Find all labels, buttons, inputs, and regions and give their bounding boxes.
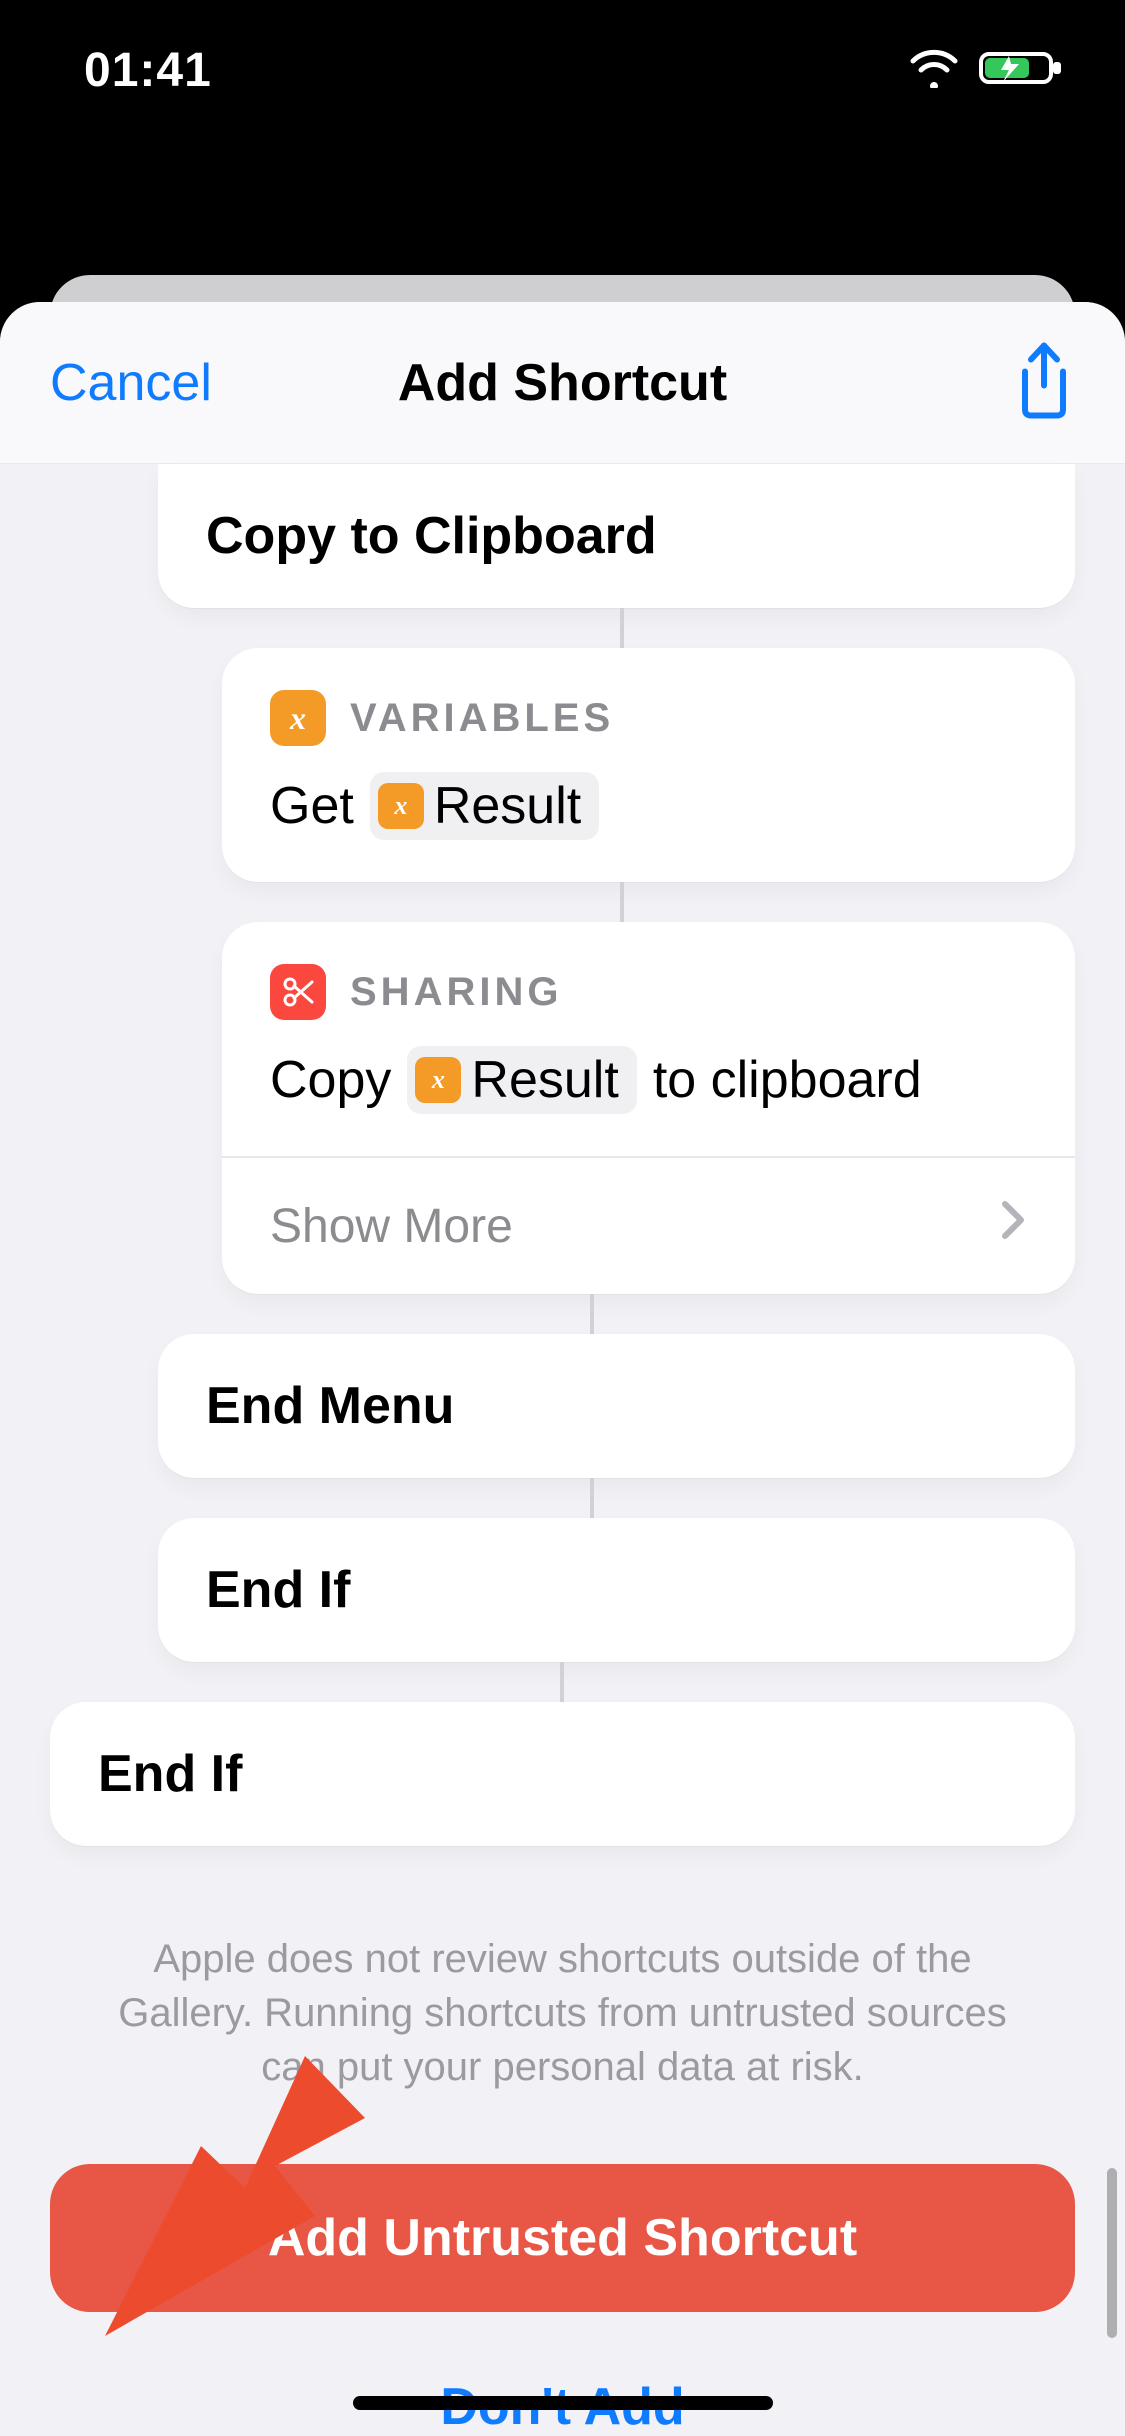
category-label: VARIABLES	[350, 696, 614, 741]
wifi-icon	[907, 48, 961, 93]
action-title: Copy to Clipboard	[206, 506, 1027, 566]
status-bar: 01:41	[0, 0, 1125, 140]
battery-icon	[979, 48, 1065, 93]
action-end-if[interactable]: End If	[158, 1518, 1075, 1662]
variable-icon: x	[378, 783, 424, 829]
action-copy-result[interactable]: SHARING Copy x Result to clipboard Show …	[222, 922, 1075, 1294]
home-indicator[interactable]	[353, 2396, 773, 2410]
scissors-icon	[282, 976, 314, 1008]
connector	[620, 608, 624, 648]
untrusted-disclaimer: Apple does not review shortcuts outside …	[50, 1932, 1075, 2094]
add-shortcut-sheet: Cancel Add Shortcut Copy to Clipboard x …	[0, 302, 1125, 2436]
connector	[590, 1478, 594, 1518]
action-title: End If	[98, 1744, 1027, 1804]
share-button[interactable]	[1013, 341, 1075, 424]
action-suffix: to clipboard	[653, 1050, 922, 1110]
variable-icon: x	[415, 1057, 461, 1103]
variable-pill[interactable]: x Result	[370, 772, 599, 840]
chevron-right-icon	[999, 1198, 1027, 1254]
cancel-button[interactable]: Cancel	[50, 353, 212, 413]
action-end-if[interactable]: End If	[50, 1702, 1075, 1846]
scroll-indicator[interactable]	[1107, 2168, 1117, 2338]
show-more-button[interactable]: Show More	[222, 1158, 1075, 1294]
action-title: End If	[206, 1560, 1027, 1620]
action-prefix: Get	[270, 776, 354, 836]
sheet-title: Add Shortcut	[398, 353, 727, 413]
show-more-label: Show More	[270, 1199, 513, 1254]
connector	[560, 1662, 564, 1702]
variable-pill[interactable]: x Result	[407, 1046, 636, 1114]
share-icon	[1013, 341, 1075, 419]
status-time: 01:41	[84, 43, 212, 98]
variables-icon: x	[270, 690, 326, 746]
action-copy-to-clipboard[interactable]: Copy to Clipboard	[158, 464, 1075, 608]
variable-name: Result	[471, 1050, 618, 1110]
connector	[620, 882, 624, 922]
sheet-body: Copy to Clipboard x VARIABLES Get x Resu…	[0, 464, 1125, 2436]
action-end-menu[interactable]: End Menu	[158, 1334, 1075, 1478]
primary-button-label: Add Untrusted Shortcut	[268, 2208, 857, 2268]
sheet-header: Cancel Add Shortcut	[0, 302, 1125, 464]
sharing-icon	[270, 964, 326, 1020]
variable-name: Result	[434, 776, 581, 836]
dont-add-button[interactable]: Don't Add	[50, 2352, 1075, 2436]
connector	[590, 1294, 594, 1334]
action-get-variable[interactable]: x VARIABLES Get x Result	[222, 648, 1075, 882]
category-label: SHARING	[350, 970, 562, 1015]
add-untrusted-shortcut-button[interactable]: Add Untrusted Shortcut	[50, 2164, 1075, 2312]
action-prefix: Copy	[270, 1050, 391, 1110]
status-right	[907, 48, 1065, 93]
action-title: End Menu	[206, 1376, 1027, 1436]
